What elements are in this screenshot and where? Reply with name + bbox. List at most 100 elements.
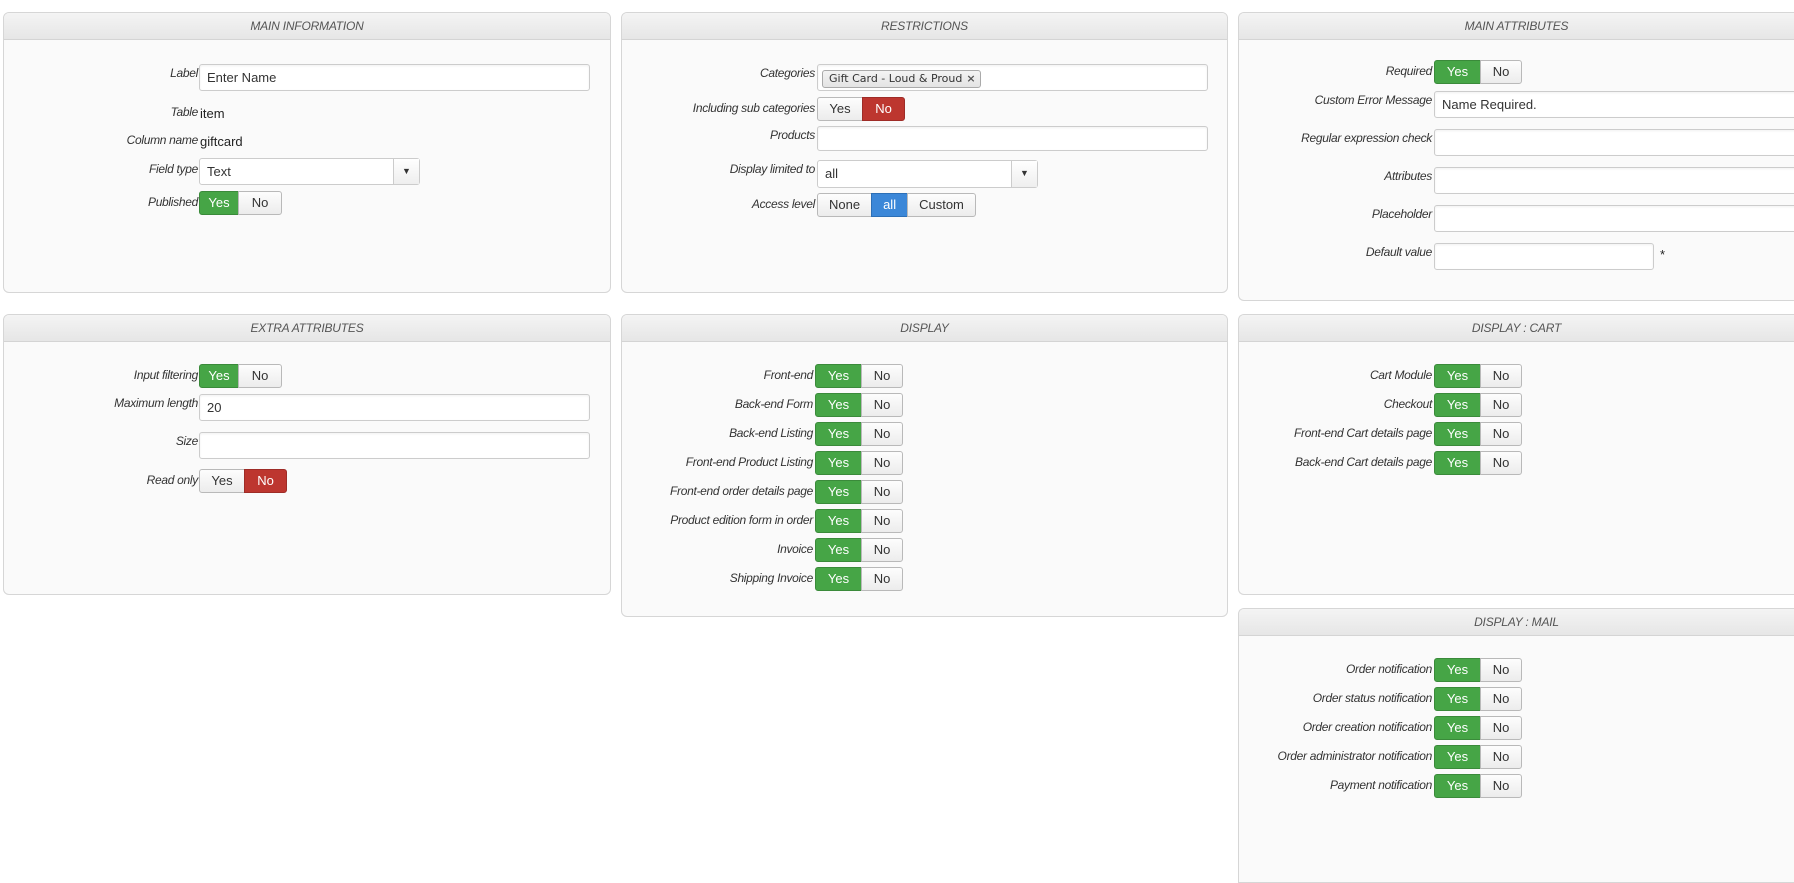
attributes-input[interactable] — [1434, 167, 1794, 194]
cart-row-label: Checkout — [1383, 397, 1433, 411]
display-no-button[interactable]: No — [861, 509, 903, 533]
mail-toggle: Yes No — [1434, 658, 1522, 682]
display-cart-title: DISPLAY : CART — [1239, 315, 1794, 342]
mail-yes-button[interactable]: Yes — [1434, 658, 1481, 682]
display-row: Front-end Product Listing Yes No — [622, 451, 1227, 477]
cart-row-label: Front-end Cart details page — [1294, 426, 1432, 440]
access-custom-button[interactable]: Custom — [907, 193, 976, 217]
column-name-value: giftcard — [200, 134, 243, 149]
size-input[interactable] — [199, 432, 590, 459]
mail-no-button[interactable]: No — [1480, 745, 1522, 769]
size-label: Size — [175, 434, 198, 448]
display-no-button[interactable]: No — [861, 451, 903, 475]
required-yes-button[interactable]: Yes — [1434, 60, 1481, 84]
display-no-button[interactable]: No — [861, 538, 903, 562]
cart-toggle: Yes No — [1434, 451, 1522, 475]
access-none-button[interactable]: None — [817, 193, 873, 217]
subcategories-label: Including sub categories — [692, 101, 816, 115]
categories-input[interactable]: Gift Card - Loud & Proud × — [817, 64, 1208, 91]
mail-no-button[interactable]: No — [1480, 687, 1522, 711]
custom-error-label: Custom Error Message — [1314, 93, 1433, 107]
mail-toggle: Yes No — [1434, 687, 1522, 711]
mail-no-button[interactable]: No — [1480, 658, 1522, 682]
placeholder-label: Placeholder — [1371, 207, 1432, 221]
display-no-button[interactable]: No — [861, 364, 903, 388]
field-type-select[interactable]: Text ▼ — [199, 158, 420, 185]
maximum-length-label: Maximum length — [114, 396, 198, 410]
cart-yes-button[interactable]: Yes — [1434, 422, 1481, 446]
placeholder-input[interactable] — [1434, 205, 1794, 232]
display-yes-button[interactable]: Yes — [815, 451, 862, 475]
mail-no-button[interactable]: No — [1480, 716, 1522, 740]
published-no-button[interactable]: No — [238, 191, 282, 215]
input-filtering-no-button[interactable]: No — [238, 364, 282, 388]
display-yes-button[interactable]: Yes — [815, 393, 862, 417]
read-only-label: Read only — [146, 473, 199, 487]
required-toggle: Yes No — [1434, 60, 1522, 84]
custom-error-input[interactable]: Name Required. — [1434, 91, 1794, 118]
remove-tag-icon[interactable]: × — [966, 72, 975, 85]
subcategories-no-button[interactable]: No — [862, 97, 905, 121]
chevron-down-icon[interactable]: ▼ — [393, 159, 419, 184]
products-input[interactable] — [817, 126, 1208, 151]
display-yes-button[interactable]: Yes — [815, 480, 862, 504]
default-value-label: Default value — [1365, 245, 1432, 259]
display-no-button[interactable]: No — [861, 567, 903, 591]
read-only-no-button[interactable]: No — [244, 469, 287, 493]
cart-no-button[interactable]: No — [1480, 422, 1522, 446]
mail-yes-button[interactable]: Yes — [1434, 774, 1481, 798]
mail-yes-button[interactable]: Yes — [1434, 745, 1481, 769]
cart-yes-button[interactable]: Yes — [1434, 451, 1481, 475]
published-yes-button[interactable]: Yes — [199, 191, 239, 215]
maximum-length-input[interactable]: 20 — [199, 394, 590, 421]
input-filtering-toggle: Yes No — [199, 364, 282, 388]
cart-yes-button[interactable]: Yes — [1434, 393, 1481, 417]
display-yes-button[interactable]: Yes — [815, 364, 862, 388]
cart-no-button[interactable]: No — [1480, 364, 1522, 388]
read-only-yes-button[interactable]: Yes — [199, 469, 245, 493]
cart-no-button[interactable]: No — [1480, 393, 1522, 417]
label-input[interactable]: Enter Name — [199, 64, 590, 91]
input-filtering-yes-button[interactable]: Yes — [199, 364, 239, 388]
cart-toggle: Yes No — [1434, 422, 1522, 446]
display-no-button[interactable]: No — [861, 422, 903, 446]
display-yes-button[interactable]: Yes — [815, 509, 862, 533]
regex-label: Regular expression check — [1301, 131, 1432, 145]
display-row: Product edition form in order Yes No — [622, 509, 1227, 535]
mail-row: Order creation notification Yes No — [1239, 716, 1794, 742]
mail-toggle: Yes No — [1434, 716, 1522, 740]
regex-input[interactable] — [1434, 129, 1794, 156]
display-row-label: Shipping Invoice — [729, 571, 814, 585]
chevron-down-icon[interactable]: ▼ — [1011, 161, 1037, 187]
mail-no-button[interactable]: No — [1480, 774, 1522, 798]
display-toggle: Yes No — [815, 480, 903, 504]
cart-row-label: Back-end Cart details page — [1295, 455, 1432, 469]
default-value-input[interactable] — [1434, 243, 1654, 270]
cart-no-button[interactable]: No — [1480, 451, 1522, 475]
column-name-label: Column name — [126, 133, 199, 147]
display-yes-button[interactable]: Yes — [815, 422, 862, 446]
display-yes-button[interactable]: Yes — [815, 567, 862, 591]
required-no-button[interactable]: No — [1480, 60, 1522, 84]
cart-row: Front-end Cart details page Yes No — [1239, 422, 1794, 448]
subcategories-yes-button[interactable]: Yes — [817, 97, 863, 121]
cart-toggle: Yes No — [1434, 364, 1522, 388]
display-row-label: Product edition form in order — [670, 513, 813, 527]
mail-yes-button[interactable]: Yes — [1434, 716, 1481, 740]
access-all-button[interactable]: all — [871, 193, 909, 217]
display-yes-button[interactable]: Yes — [815, 538, 862, 562]
display-toggle: Yes No — [815, 567, 903, 591]
main-attributes-title: MAIN ATTRIBUTES — [1239, 13, 1794, 40]
display-toggle: Yes No — [815, 422, 903, 446]
display-limited-label: Display limited to — [729, 162, 816, 176]
display-no-button[interactable]: No — [861, 393, 903, 417]
display-limited-select[interactable]: all ▼ — [817, 160, 1038, 188]
mail-yes-button[interactable]: Yes — [1434, 687, 1481, 711]
display-row: Front-end Yes No — [622, 364, 1227, 390]
required-label: Required — [1385, 64, 1433, 78]
display-no-button[interactable]: No — [861, 480, 903, 504]
cart-yes-button[interactable]: Yes — [1434, 364, 1481, 388]
extra-attributes-panel: EXTRA ATTRIBUTES Input filtering Yes No … — [3, 314, 611, 595]
categories-label: Categories — [759, 66, 815, 80]
cart-row: Back-end Cart details page Yes No — [1239, 451, 1794, 477]
